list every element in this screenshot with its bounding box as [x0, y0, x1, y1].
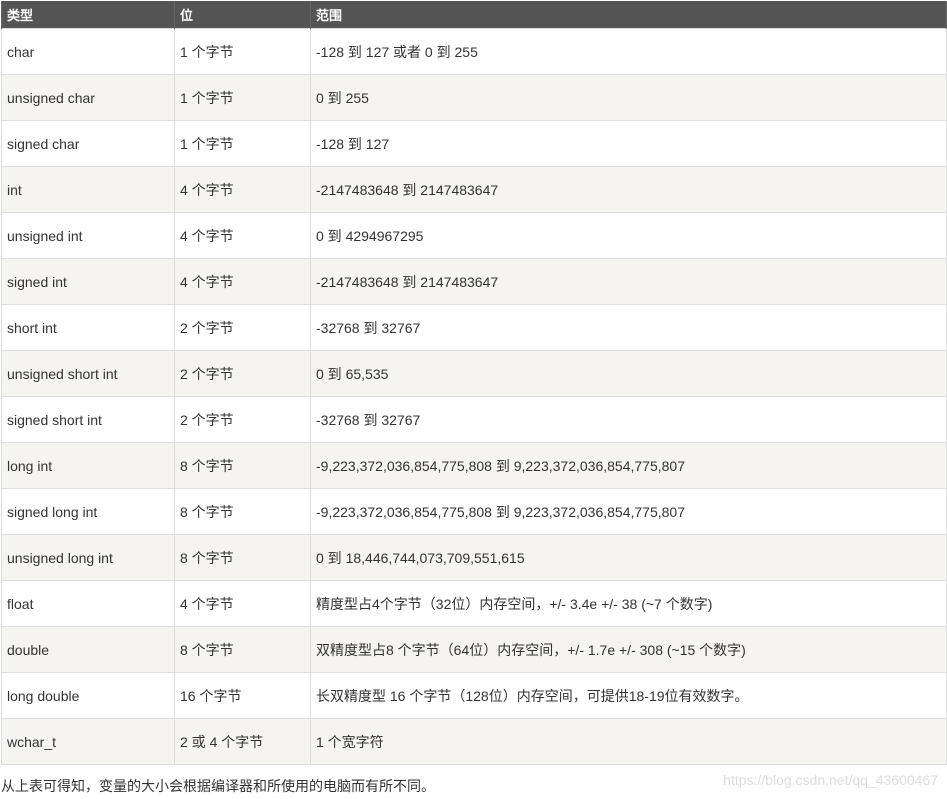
cell-type: long double	[1, 672, 175, 719]
cell-size: 16 个字节	[174, 672, 311, 719]
cell-type: wchar_t	[1, 718, 175, 765]
cell-size: 2 个字节	[174, 304, 311, 351]
cell-type: unsigned long int	[1, 534, 175, 581]
table-row: signed char 1 个字节 -128 到 127	[1, 120, 947, 167]
cell-range: -32768 到 32767	[310, 304, 947, 351]
table-row: unsigned short int 2 个字节 0 到 65,535	[1, 350, 947, 397]
cell-type: char	[1, 28, 175, 75]
cell-size: 1 个字节	[174, 74, 311, 121]
cell-size: 1 个字节	[174, 28, 311, 75]
cell-size: 4 个字节	[174, 212, 311, 259]
cell-size: 1 个字节	[174, 120, 311, 167]
header-range: 范围	[310, 1, 947, 29]
table-row: short int 2 个字节 -32768 到 32767	[1, 304, 947, 351]
cell-type: int	[1, 166, 175, 213]
cell-range: 1 个宽字符	[310, 718, 947, 765]
cell-range: -2147483648 到 2147483647	[310, 258, 947, 305]
cell-range: -128 到 127 或者 0 到 255	[310, 28, 947, 75]
cell-size: 8 个字节	[174, 534, 311, 581]
cell-type: double	[1, 626, 175, 673]
cell-type: unsigned short int	[1, 350, 175, 397]
cell-range: 0 到 4294967295	[310, 212, 947, 259]
cell-size: 2 个字节	[174, 350, 311, 397]
cell-range: 精度型占4个字节（32位）内存空间，+/- 3.4e +/- 38 (~7 个数…	[310, 580, 947, 627]
table-row: long double 16 个字节 长双精度型 16 个字节（128位）内存空间，…	[1, 672, 947, 719]
header-row: 类型 位 范围	[1, 1, 947, 29]
cell-range: 0 到 65,535	[310, 350, 947, 397]
cell-range: -9,223,372,036,854,775,808 到 9,223,372,0…	[310, 488, 947, 535]
cell-size: 4 个字节	[174, 166, 311, 213]
cell-size: 2 个字节	[174, 396, 311, 443]
cell-size: 4 个字节	[174, 580, 311, 627]
header-type: 类型	[1, 1, 175, 29]
table-row: float 4 个字节 精度型占4个字节（32位）内存空间，+/- 3.4e +/-…	[1, 580, 947, 627]
data-types-table: 类型 位 范围 char 1 个字节 -128 到 127 或者 0 到 255 un…	[1, 1, 947, 765]
cell-type: signed int	[1, 258, 175, 305]
table-header: 类型 位 范围	[1, 1, 947, 29]
cell-size: 8 个字节	[174, 488, 311, 535]
cell-size: 8 个字节	[174, 442, 311, 489]
cell-range: 双精度型占8 个字节（64位）内存空间，+/- 1.7e +/- 308 (~1…	[310, 626, 947, 673]
table-row: unsigned char 1 个字节 0 到 255	[1, 74, 947, 121]
cell-type: unsigned int	[1, 212, 175, 259]
cell-type: unsigned char	[1, 74, 175, 121]
cell-type: signed char	[1, 120, 175, 167]
footnote-text: 从上表可得知，变量的大小会根据编译器和所使用的电脑而有所不同。	[1, 778, 435, 794]
cell-type: float	[1, 580, 175, 627]
watermark-url: https://blog.csdn.net/qq_43600467	[723, 772, 938, 788]
cell-type: signed long int	[1, 488, 175, 535]
table-row: wchar_t 2 或 4 个字节 1 个宽字符	[1, 718, 947, 765]
header-size: 位	[174, 1, 311, 29]
cell-range: -2147483648 到 2147483647	[310, 166, 947, 213]
table-row: signed short int 2 个字节 -32768 到 32767	[1, 396, 947, 443]
cell-range: -32768 到 32767	[310, 396, 947, 443]
cell-size: 8 个字节	[174, 626, 311, 673]
table-row: unsigned long int 8 个字节 0 到 18,446,744,073…	[1, 534, 947, 581]
table-body: char 1 个字节 -128 到 127 或者 0 到 255 unsigned c…	[1, 28, 947, 765]
table-row: signed long int 8 个字节 -9,223,372,036,854,7…	[1, 488, 947, 535]
cell-range: 0 到 255	[310, 74, 947, 121]
cell-type: long int	[1, 442, 175, 489]
cell-range: -9,223,372,036,854,775,808 到 9,223,372,0…	[310, 442, 947, 489]
cell-range: -128 到 127	[310, 120, 947, 167]
cell-size: 2 或 4 个字节	[174, 718, 311, 765]
cell-type: short int	[1, 304, 175, 351]
table-row: signed int 4 个字节 -2147483648 到 2147483647	[1, 258, 947, 305]
cell-type: signed short int	[1, 396, 175, 443]
table-row: double 8 个字节 双精度型占8 个字节（64位）内存空间，+/- 1.7e …	[1, 626, 947, 673]
table-row: char 1 个字节 -128 到 127 或者 0 到 255	[1, 28, 947, 75]
table-row: unsigned int 4 个字节 0 到 4294967295	[1, 212, 947, 259]
cell-range: 0 到 18,446,744,073,709,551,615	[310, 534, 947, 581]
cell-size: 4 个字节	[174, 258, 311, 305]
table-row: int 4 个字节 -2147483648 到 2147483647	[1, 166, 947, 213]
cell-range: 长双精度型 16 个字节（128位）内存空间，可提供18-19位有效数字。	[310, 672, 947, 719]
table-row: long int 8 个字节 -9,223,372,036,854,775,808 …	[1, 442, 947, 489]
